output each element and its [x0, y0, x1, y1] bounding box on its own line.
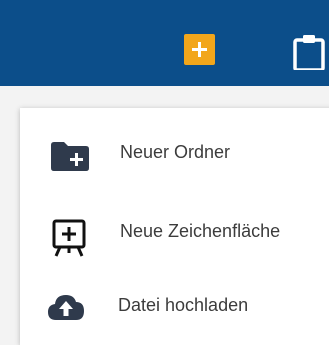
menu-item-label: Neue Zeichenfläche [120, 221, 281, 241]
plus-icon [192, 42, 207, 57]
menu-item-new-whiteboard[interactable]: Neue Zeichenfläche [20, 195, 329, 265]
new-item-menu: Neuer Ordner Neue Zeichenfläche Datei ho… [20, 108, 329, 345]
whiteboard-icon [51, 219, 87, 257]
menu-item-upload-file[interactable]: Datei hochladen [20, 272, 329, 342]
clipboard-button[interactable] [292, 33, 329, 72]
cloud-upload-icon [47, 292, 85, 322]
add-button[interactable] [184, 34, 215, 65]
menu-item-label: Neuer Ordner [120, 142, 231, 162]
menu-item-new-folder[interactable]: Neuer Ordner [20, 114, 329, 184]
folder-plus-icon [50, 140, 90, 172]
top-toolbar [0, 0, 329, 86]
clipboard-icon [293, 35, 325, 72]
menu-item-label: Datei hochladen [118, 295, 249, 315]
